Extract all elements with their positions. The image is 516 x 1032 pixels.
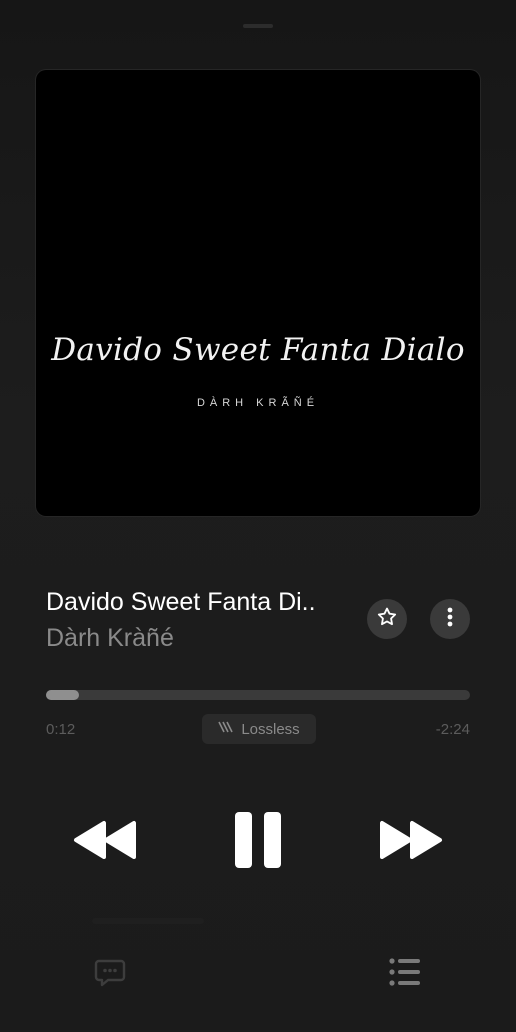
- progress-fill: [46, 690, 79, 700]
- artwork-artist: DÀRH KRÃÑÉ: [196, 397, 320, 409]
- lyrics-bubble-icon: [94, 959, 126, 993]
- artwork-title: Davido Sweet Fanta Dialo: [51, 332, 465, 368]
- lossless-label: Lossless: [241, 720, 300, 738]
- track-artist[interactable]: Dàrh Kràñé: [46, 624, 174, 653]
- more-options-button[interactable]: [430, 599, 470, 639]
- pause-icon: [233, 810, 283, 875]
- queue-list-icon: [388, 958, 422, 992]
- album-artwork: Davido Sweet Fanta Dialo DÀRH KRÃÑÉ: [36, 70, 480, 516]
- track-title[interactable]: Davido Sweet Fanta Di..: [46, 588, 316, 617]
- favorite-button[interactable]: [367, 599, 407, 639]
- remaining-time: -2:24: [435, 721, 470, 738]
- lyrics-button[interactable]: [94, 957, 126, 989]
- lossless-badge[interactable]: Lossless: [202, 714, 316, 744]
- next-track-button[interactable]: [376, 817, 448, 867]
- volume-slider[interactable]: [92, 918, 204, 924]
- lossless-icon: [218, 720, 234, 738]
- more-vertical-icon: [440, 606, 460, 633]
- previous-track-button[interactable]: [68, 817, 140, 867]
- progress-slider[interactable]: [46, 690, 470, 700]
- sheet-grabber[interactable]: [243, 24, 273, 28]
- pause-button[interactable]: [226, 808, 290, 876]
- elapsed-time: 0:12: [46, 721, 76, 738]
- forward-icon: [378, 819, 446, 866]
- star-icon: [376, 606, 398, 633]
- backward-icon: [70, 819, 138, 866]
- queue-button[interactable]: [388, 956, 422, 988]
